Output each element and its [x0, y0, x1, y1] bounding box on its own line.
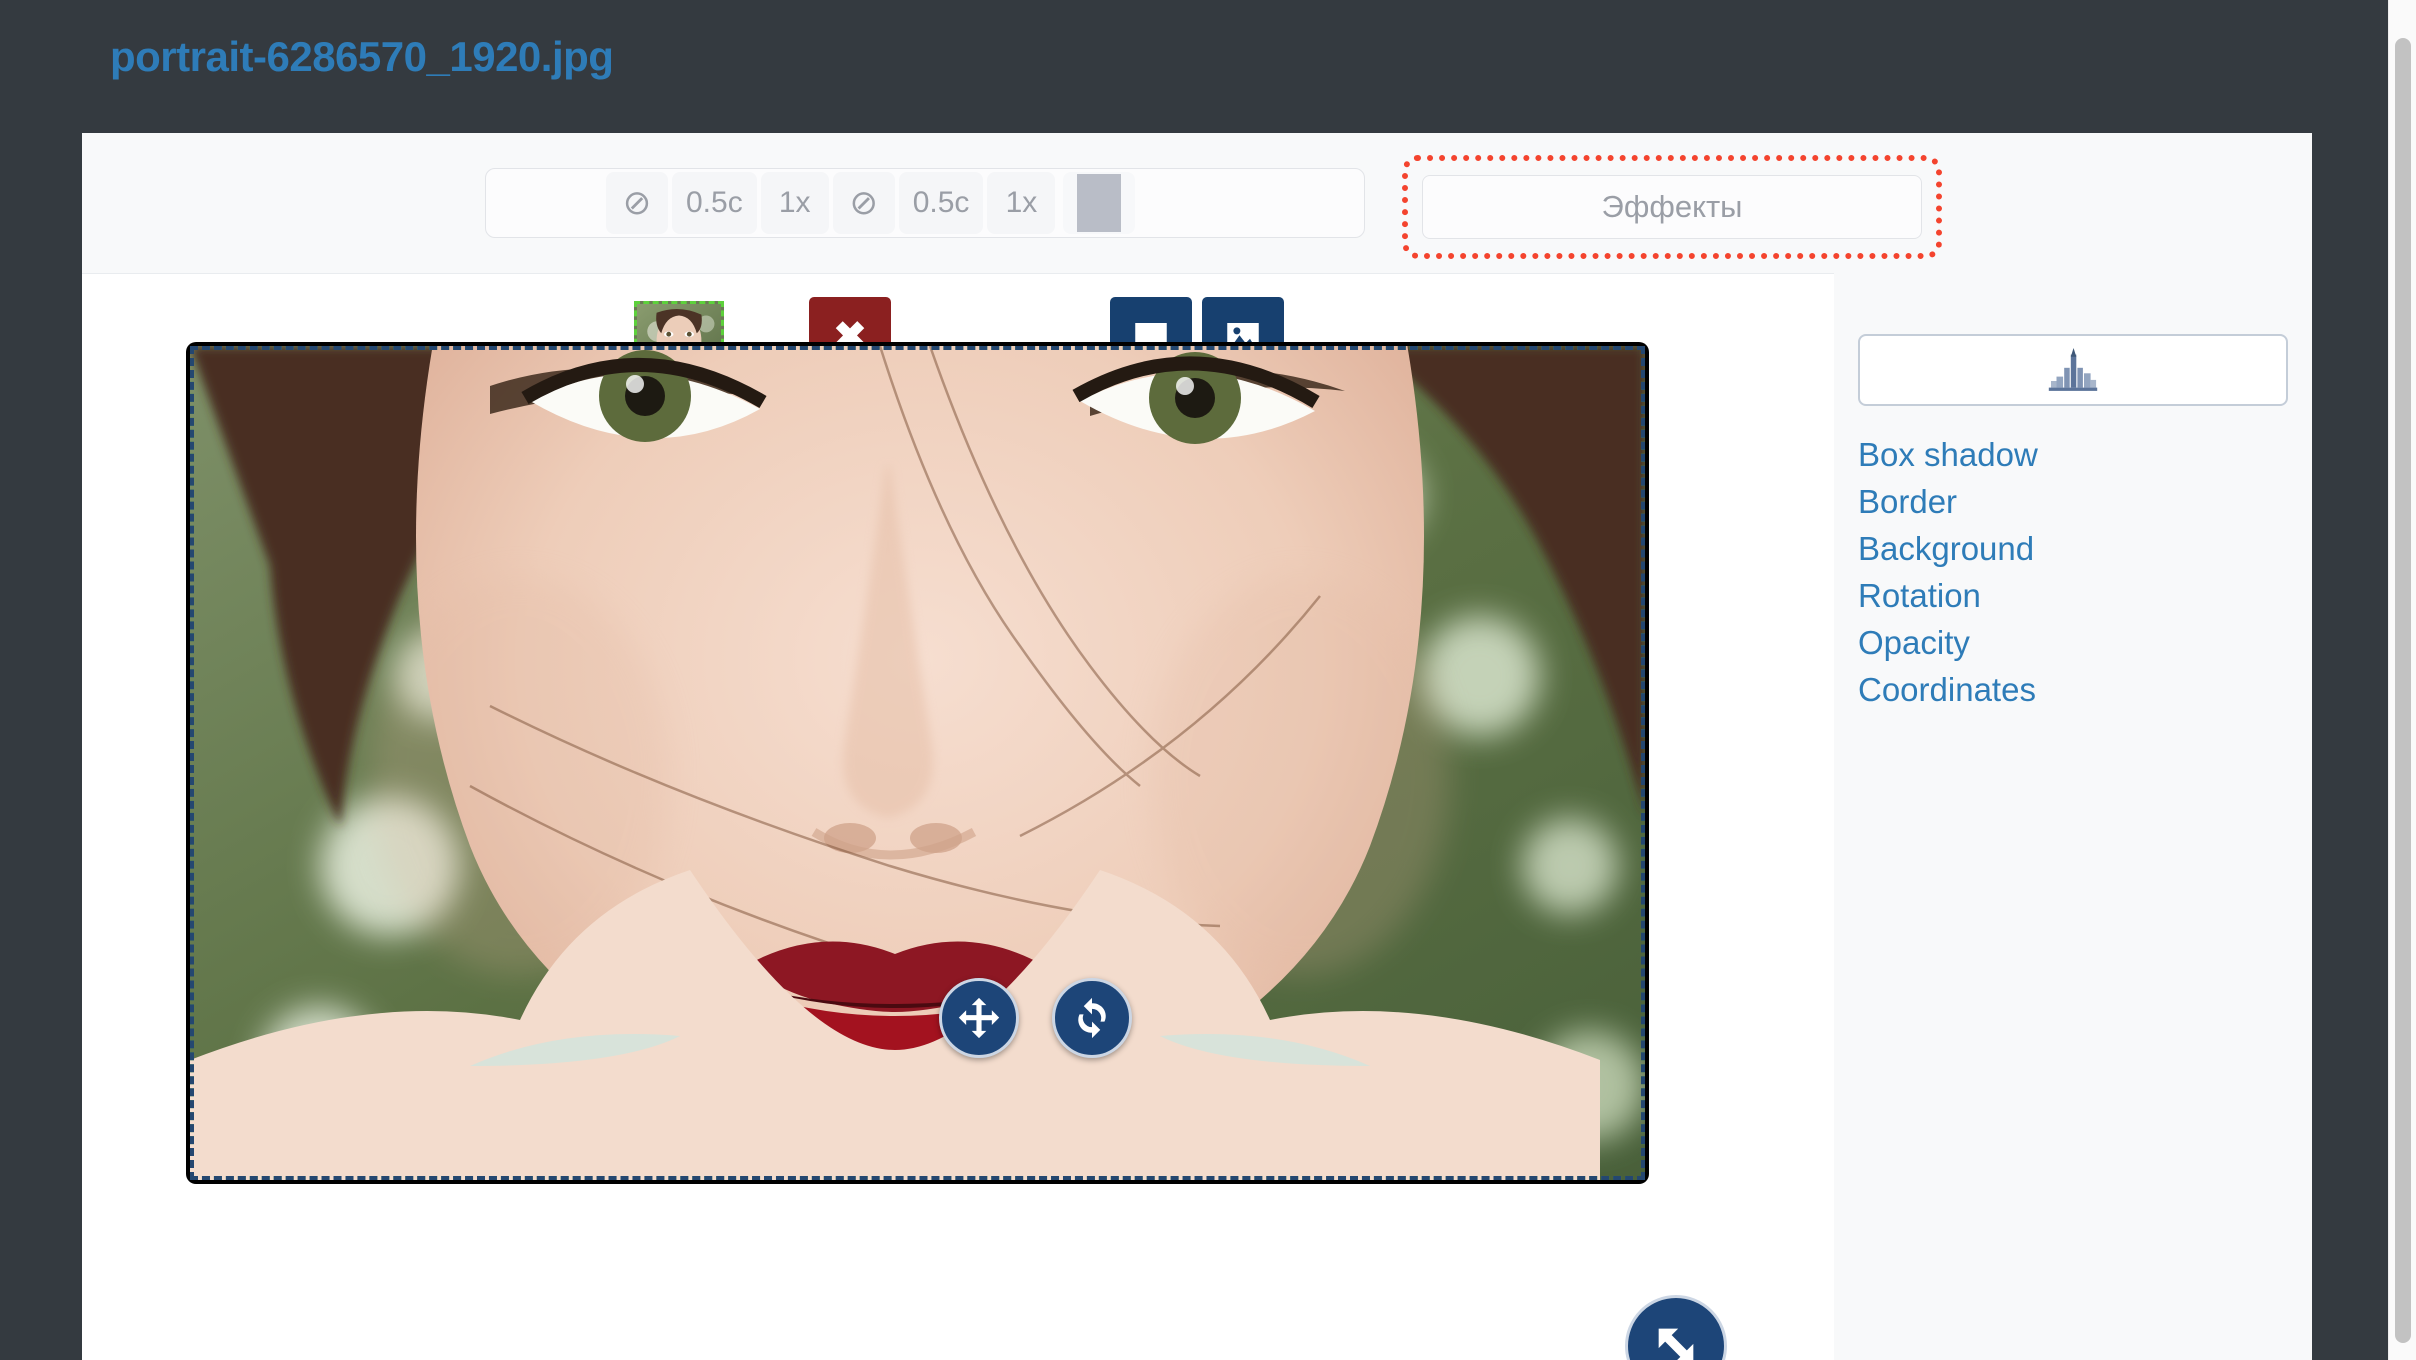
effects-button[interactable]: Эффекты — [1422, 175, 1922, 239]
portrait-image — [190, 346, 1645, 1180]
city-skyline-icon — [2048, 348, 2098, 391]
no-shadow-button[interactable]: ⊘ — [606, 172, 668, 234]
shadow-half-button[interactable]: 0.5c — [672, 172, 757, 234]
rotate-sync-icon — [1078, 997, 1106, 1039]
sidebar-link-rotation[interactable]: Rotation — [1858, 572, 2288, 619]
resize-diagonal-icon — [1658, 1328, 1694, 1360]
sidebar-link-coordinates[interactable]: Coordinates — [1858, 666, 2288, 713]
selection-outline — [190, 346, 1645, 1180]
border-1x-button[interactable]: 1x — [987, 172, 1056, 234]
move-handle[interactable] — [939, 978, 1019, 1058]
border-half-button[interactable]: 0.5c — [898, 172, 984, 234]
sidebar-link-opacity[interactable]: Opacity — [1858, 619, 2288, 666]
properties-panel: Box shadow Border Background Rotation Op… — [1834, 273, 2312, 1360]
move-arrows-icon — [958, 997, 1000, 1039]
editor-card: ⊘ 0.5c 1x ⊘ 0.5c 1x Эффекты ✖ Box shadow… — [82, 133, 2312, 1360]
sidebar-link-box-shadow[interactable]: Box shadow — [1858, 431, 2288, 478]
toolbar: ⊘ 0.5c 1x ⊘ 0.5c 1x Эффекты — [82, 133, 2312, 274]
shadow-1x-button[interactable]: 1x — [760, 172, 829, 234]
element-type-select[interactable] — [1858, 334, 2288, 406]
properties-link-list: Box shadow Border Background Rotation Op… — [1858, 431, 2288, 713]
page-title: portrait-6286570_1920.jpg — [110, 33, 614, 80]
selected-image-frame[interactable] — [186, 342, 1649, 1184]
no-border-button[interactable]: ⊘ — [832, 172, 895, 234]
sidebar-link-border[interactable]: Border — [1858, 478, 2288, 525]
sidebar-link-background[interactable]: Background — [1858, 525, 2288, 572]
effects-highlight-annotation: Эффекты — [1402, 155, 1942, 259]
color-swatch-button[interactable] — [1063, 172, 1136, 234]
page-scrollbar[interactable] — [2388, 0, 2416, 1360]
page-root: portrait-6286570_1920.jpg ⊘ 0.5c 1x ⊘ 0.… — [0, 0, 2416, 1360]
rotate-handle[interactable] — [1052, 978, 1132, 1058]
style-button-group: ⊘ 0.5c 1x ⊘ 0.5c 1x — [485, 168, 1365, 238]
color-swatch — [1077, 174, 1122, 232]
scrollbar-thumb[interactable] — [2395, 38, 2411, 1343]
